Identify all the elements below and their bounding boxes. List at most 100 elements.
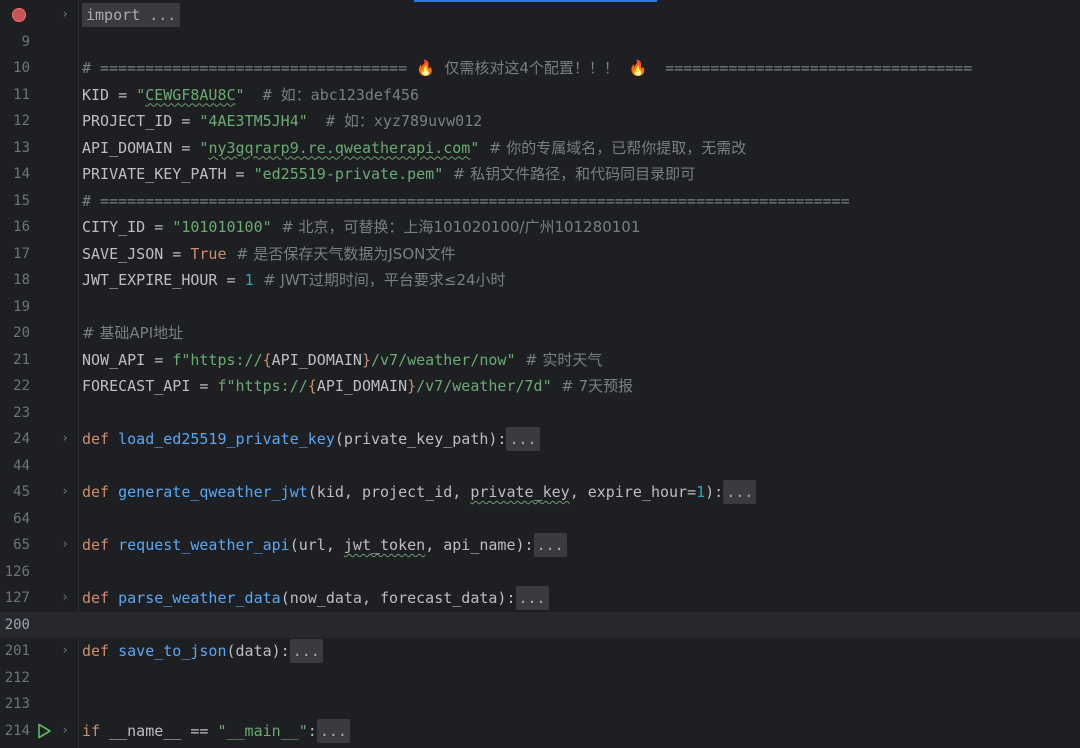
code-line[interactable]: 15 # ====================================… [0,188,1080,214]
code-token: ny3gqrarp9.re.qweatherapi.com [208,138,471,157]
fold-chevron-icon[interactable]: › [60,479,70,505]
line-number: 19 [13,298,30,315]
code-token: def [82,642,119,660]
code-text[interactable]: KID = "CEWGF8AU8C" # 如：abc123def456 [82,82,419,108]
code-text[interactable]: import ... [82,2,181,28]
fold-chevron-icon[interactable]: › [60,585,70,611]
code-token: def [82,589,119,607]
code-line[interactable]: 16 CITY_ID = "101010100" # 北京，可替换：上海10102… [0,214,1080,240]
folded-region-placeholder[interactable]: ... [289,639,323,663]
code-text[interactable]: JWT_EXPIRE_HOUR = 1 # JWT过期时间，平台要求≤24小时 [82,267,506,293]
line-number: 12 [13,113,30,129]
code-line[interactable]: 127 › def parse_weather_data(now_data, for… [0,585,1080,611]
code-line[interactable]: 20 # 基础API地址 [0,320,1080,346]
fold-chevron-icon[interactable]: › [60,638,70,664]
code-token: jwt_token [343,536,426,554]
folded-region-placeholder[interactable]: ... [723,480,757,504]
code-line[interactable]: 9 [0,29,1080,55]
code-line[interactable]: 214 › if __name__ == "__main__":... [0,718,1080,744]
code-line[interactable]: 64 [0,506,1080,532]
code-line[interactable]: 44 [0,453,1080,479]
code-line[interactable]: 17 SAVE_JSON = True # 是否保存天气数据为JSON文件 [0,241,1080,267]
folded-region-placeholder[interactable]: ... [316,718,350,743]
code-line[interactable]: 11 KID = "CEWGF8AU8C" # 如：abc123def456 [0,82,1080,108]
code-line[interactable]: › import ... [0,2,1080,28]
fire-emoji: 🔥 [628,59,648,77]
code-token: f"https:// [217,377,308,395]
code-token: (private_key_path): [334,430,507,448]
code-text[interactable]: def parse_weather_data(now_data, forecas… [82,585,549,611]
code-line[interactable]: 65 › def request_weather_api(url, jwt_toke… [0,532,1080,558]
run-icon[interactable] [36,723,52,739]
code-token: 1 [696,483,706,501]
code-line[interactable]: 14 PRIVATE_KEY_PATH = "ed25519-private.pe… [0,161,1080,187]
fold-chevron-icon[interactable]: › [60,532,70,558]
code-token: f"https:// [172,350,263,369]
code-token: # 实时天气 [515,350,603,369]
code-token: API_DOMAIN [316,377,408,395]
code-text[interactable]: def load_ed25519_private_key(private_key… [82,426,540,452]
code-token: /v7/weather/7d" [416,377,552,395]
code-token: # JWT过期时间，平台要求≤24小时 [253,271,506,289]
code-line[interactable]: 213 [0,691,1080,717]
code-line[interactable]: 126 [0,559,1080,585]
fold-chevron-icon[interactable]: › [60,2,70,28]
folded-region-placeholder[interactable]: ... [533,533,567,557]
code-text[interactable]: # ================================== 🔥 仅… [82,55,972,81]
code-line[interactable]: 201 › def save_to_json(data):... [0,638,1080,664]
code-token: True [190,244,227,263]
code-line[interactable]: 19 [0,294,1080,320]
folded-region-placeholder[interactable]: ... [515,586,549,610]
code-line[interactable]: 23 [0,400,1080,426]
folded-imports[interactable]: import ... [82,3,181,27]
line-number: 15 [13,192,30,209]
code-token: KID = [82,85,137,104]
code-text[interactable]: SAVE_JSON = True # 是否保存天气数据为JSON文件 [82,241,455,267]
code-text[interactable]: API_DOMAIN = "ny3gqrarp9.re.qweatherapi.… [82,135,746,161]
code-text[interactable]: PRIVATE_KEY_PATH = "ed25519-private.pem"… [82,161,695,187]
line-number: 18 [13,272,30,288]
code-line[interactable]: 10 # ================================== 🔥… [0,55,1080,81]
code-line[interactable]: 24 › def load_ed25519_private_key(private_… [0,426,1080,452]
line-number: 17 [13,245,30,262]
line-number: 10 [13,60,30,76]
code-text[interactable]: if __name__ == "__main__":... [82,718,350,744]
line-number: 22 [13,378,30,394]
code-token: save_to_json [118,642,227,660]
line-number: 213 [4,696,30,712]
code-text[interactable]: # ======================================… [82,188,850,214]
code-token: { [307,377,317,395]
code-token: "__main__" [217,721,308,740]
code-text[interactable]: def generate_qweather_jwt(kid, project_i… [82,479,757,505]
code-line[interactable]: 13 API_DOMAIN = "ny3gqrarp9.re.qweatherap… [0,135,1080,161]
code-text[interactable]: # 基础API地址 [82,320,183,346]
code-token: if [82,721,110,740]
code-line[interactable]: 45 › def generate_qweather_jwt(kid, projec… [0,479,1080,505]
code-line[interactable]: 21 NOW_API = f"https://{API_DOMAIN}/v7/we… [0,347,1080,373]
code-text[interactable]: NOW_API = f"https://{API_DOMAIN}/v7/weat… [82,347,602,373]
code-text[interactable]: def request_weather_api(url, jwt_token, … [82,532,567,558]
code-text[interactable]: CITY_ID = "101010100" # 北京，可替换：上海1010201… [82,214,640,240]
line-number: 14 [13,166,30,182]
fold-chevron-icon[interactable]: › [60,426,70,452]
code-text[interactable]: PROJECT_ID = "4AE3TM5JH4" # 如：xyz789uvw0… [82,108,482,134]
fold-chevron-icon[interactable]: › [60,718,70,744]
line-number: 201 [4,643,30,659]
line-number: 127 [4,590,30,606]
code-line[interactable]: 212 [0,665,1080,691]
code-token: " [136,85,146,104]
breakpoint-icon[interactable] [12,8,26,22]
code-line[interactable]: 200 [0,611,1080,638]
code-token: (url, [289,536,344,554]
code-token: def [82,430,119,448]
folded-region-placeholder[interactable]: ... [506,427,540,451]
code-text[interactable]: def save_to_json(data):... [82,638,323,664]
code-text[interactable]: FORECAST_API = f"https://{API_DOMAIN}/v7… [82,373,633,399]
code-token: " [235,85,245,104]
line-number: 21 [13,351,30,368]
code-token: generate_qweather_jwt [118,483,308,501]
code-line[interactable]: 12 PROJECT_ID = "4AE3TM5JH4" # 如：xyz789uv… [0,108,1080,134]
code-token: PRIVATE_KEY_PATH = [82,165,254,183]
code-line[interactable]: 22 FORECAST_API = f"https://{API_DOMAIN}/… [0,373,1080,399]
code-line[interactable]: 18 JWT_EXPIRE_HOUR = 1 # JWT过期时间，平台要求≤24小… [0,267,1080,293]
